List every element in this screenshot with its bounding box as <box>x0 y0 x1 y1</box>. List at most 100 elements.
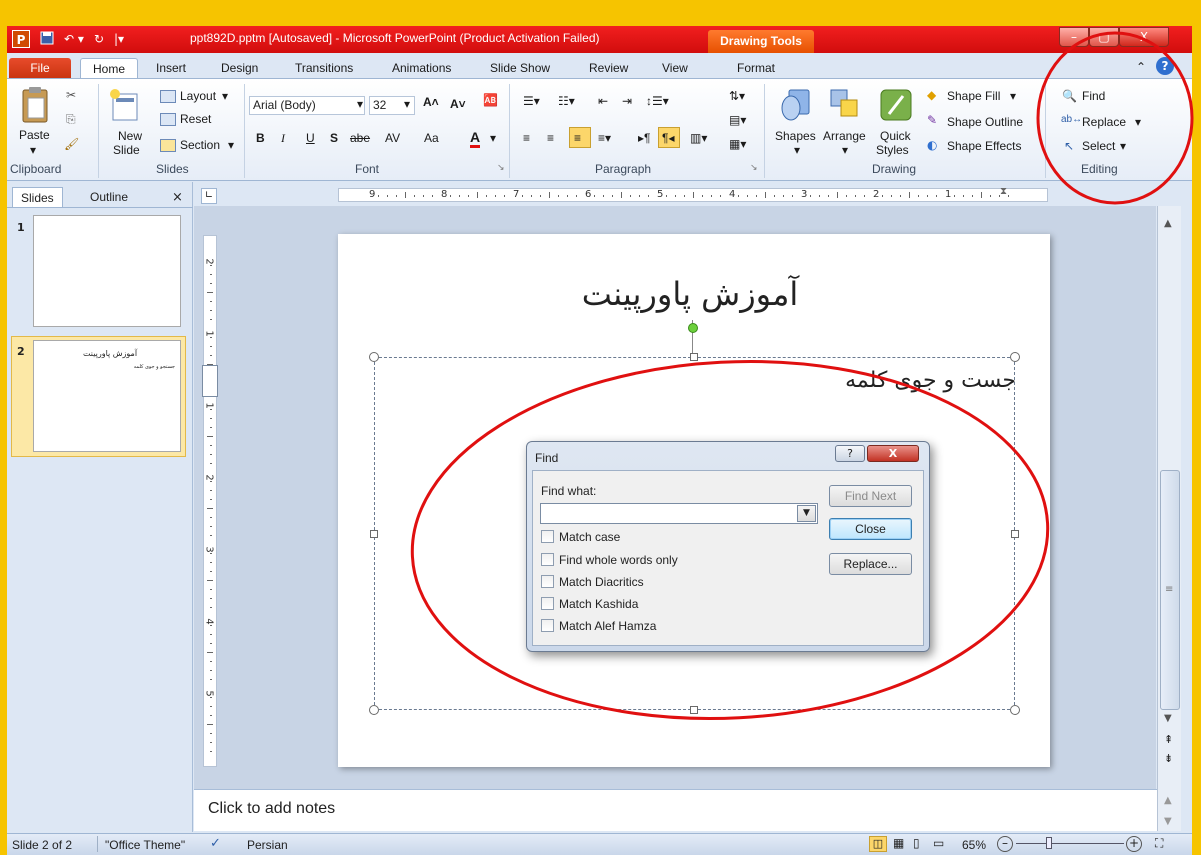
resize-handle[interactable] <box>690 353 698 361</box>
numbering-icon[interactable]: ☷▾ <box>558 94 575 108</box>
resize-handle[interactable] <box>369 352 379 362</box>
columns-icon[interactable]: ▥▾ <box>690 131 707 145</box>
tab-slide-show[interactable]: Slide Show <box>484 58 556 79</box>
quick-styles-label-1[interactable]: Quick <box>880 129 911 143</box>
shapes-dropdown-icon[interactable]: ▾ <box>794 143 800 157</box>
notes-pane[interactable] <box>194 789 1157 831</box>
find-next-button[interactable]: Find Next <box>829 485 912 507</box>
tab-review[interactable]: Review <box>583 58 634 79</box>
undo-icon[interactable]: ↶ ▾ <box>64 31 84 48</box>
dialog-close-x-button[interactable]: X <box>867 445 919 462</box>
align-center-icon[interactable]: ≡ <box>547 131 554 145</box>
replace-dialog-button[interactable]: Replace... <box>829 553 912 575</box>
align-text-icon[interactable]: ▤▾ <box>729 113 746 127</box>
minimize-button[interactable]: – <box>1059 27 1089 47</box>
next-slide-icon[interactable]: ⇟ <box>1164 752 1173 765</box>
notes-placeholder[interactable]: Click to add notes <box>208 800 335 818</box>
paste-button[interactable]: Paste <box>19 128 50 142</box>
slide-body-text[interactable]: جست و جوی کلمه <box>780 368 1016 393</box>
format-painter-icon[interactable]: 🖌 <box>64 137 79 151</box>
shape-fill-dropdown-icon[interactable]: ▾ <box>1010 89 1016 103</box>
zoom-level[interactable]: 65% <box>962 838 986 852</box>
find-what-input[interactable] <box>540 503 818 524</box>
decrease-indent-icon[interactable]: ⇤ <box>598 94 608 108</box>
slide-title[interactable]: آموزش پاورپینت <box>540 275 840 313</box>
section-dropdown-icon[interactable]: ▾ <box>228 138 234 152</box>
quick-styles-label-2[interactable]: Styles <box>876 143 909 157</box>
quick-styles-icon[interactable] <box>879 88 913 127</box>
section-button[interactable]: Section <box>180 138 220 152</box>
notes-scroll-up-icon[interactable]: ▲ <box>1164 795 1172 806</box>
match-diacritics-checkbox[interactable] <box>541 575 554 588</box>
shape-outline-button[interactable]: Shape Outline <box>947 115 1023 129</box>
reset-button[interactable]: Reset <box>180 112 211 126</box>
reading-view-icon[interactable]: ▯ <box>913 836 920 850</box>
arrange-button[interactable]: Arrange <box>823 129 866 143</box>
font-dialog-launcher-icon[interactable]: ↘ <box>497 162 505 173</box>
help-icon[interactable]: ? <box>1156 57 1174 75</box>
shrink-font-icon[interactable]: A˅ <box>450 97 466 111</box>
indent-marker-icon[interactable]: ⧗ <box>1000 186 1007 197</box>
align-left-icon[interactable]: ≡ <box>523 131 530 145</box>
justify-icon[interactable]: ≡▾ <box>598 131 611 145</box>
bold-button[interactable]: B <box>256 131 265 145</box>
resize-handle[interactable] <box>1011 530 1019 538</box>
char-spacing-button[interactable]: AV <box>385 131 400 145</box>
resize-handle[interactable] <box>369 705 379 715</box>
tab-format[interactable]: Format <box>731 58 781 79</box>
smartart-icon[interactable]: ▦▾ <box>729 137 746 151</box>
match-case-checkbox[interactable] <box>541 530 554 543</box>
shape-effects-button[interactable]: Shape Effects <box>947 139 1022 153</box>
zoom-slider-track[interactable] <box>1016 843 1124 844</box>
copy-icon[interactable]: ⎘ <box>66 112 76 127</box>
ltr-direction-icon[interactable]: ▸¶ <box>638 131 650 145</box>
replace-button[interactable]: Replace <box>1082 115 1126 129</box>
dialog-close-button[interactable]: Close <box>829 518 912 540</box>
italic-button[interactable]: I <box>281 131 285 146</box>
rotation-handle[interactable] <box>688 323 698 333</box>
select-button[interactable]: Select <box>1082 139 1115 153</box>
scroll-down-icon[interactable]: ▼ <box>1164 713 1172 724</box>
new-slide-icon[interactable] <box>109 88 139 125</box>
dialog-help-button[interactable]: ? <box>835 445 865 462</box>
paste-dropdown-icon[interactable]: ▾ <box>30 143 36 157</box>
tab-selector-icon[interactable]: ∟ <box>201 188 217 204</box>
maximize-button[interactable]: ▢ <box>1089 27 1119 47</box>
zoom-in-icon[interactable]: + <box>1126 836 1142 852</box>
paste-icon[interactable] <box>20 86 50 127</box>
whole-words-checkbox[interactable] <box>541 553 554 566</box>
tab-view[interactable]: View <box>656 58 694 79</box>
match-alef-hamza-checkbox[interactable] <box>541 619 554 632</box>
close-panel-icon[interactable]: × <box>172 190 183 205</box>
zoom-out-icon[interactable]: – <box>997 836 1013 852</box>
shapes-icon[interactable] <box>779 86 813 127</box>
previous-slide-icon[interactable]: ⇞ <box>1164 733 1173 746</box>
save-icon[interactable] <box>40 31 54 48</box>
spelling-check-icon[interactable]: ✓ <box>210 836 221 851</box>
redo-icon[interactable]: ↻ <box>94 31 104 48</box>
fit-to-window-icon[interactable]: ⛶ <box>1155 836 1163 851</box>
new-slide-label-1[interactable]: New <box>118 129 142 143</box>
close-window-button[interactable]: X <box>1119 27 1169 47</box>
font-color-icon[interactable]: A <box>470 129 481 148</box>
resize-handle[interactable] <box>370 530 378 538</box>
text-shadow-button[interactable]: S <box>330 131 338 145</box>
text-direction-icon[interactable]: ⇅▾ <box>729 89 745 103</box>
tab-design[interactable]: Design <box>215 58 264 79</box>
resize-handle[interactable] <box>1010 352 1020 362</box>
normal-view-icon[interactable]: ◫ <box>869 836 887 852</box>
status-theme[interactable]: "Office Theme" <box>105 838 185 852</box>
underline-button[interactable]: U <box>306 131 315 145</box>
find-button[interactable]: Find <box>1082 89 1105 103</box>
zoom-slider-thumb[interactable] <box>1046 837 1052 849</box>
tab-outline-panel[interactable]: Outline <box>82 187 136 207</box>
resize-handle[interactable] <box>690 706 698 714</box>
customize-qat-icon[interactable]: |▾ <box>114 31 124 48</box>
new-slide-label-2[interactable]: Slide <box>113 143 140 157</box>
font-name-dropdown-icon[interactable]: ▾ <box>357 97 363 111</box>
tab-file[interactable]: File <box>9 58 71 79</box>
scroll-up-icon[interactable]: ▲ <box>1164 218 1172 229</box>
match-kashida-checkbox[interactable] <box>541 597 554 610</box>
grow-font-icon[interactable]: A˄ <box>423 95 439 109</box>
line-spacing-icon[interactable]: ↕☰▾ <box>646 94 669 108</box>
